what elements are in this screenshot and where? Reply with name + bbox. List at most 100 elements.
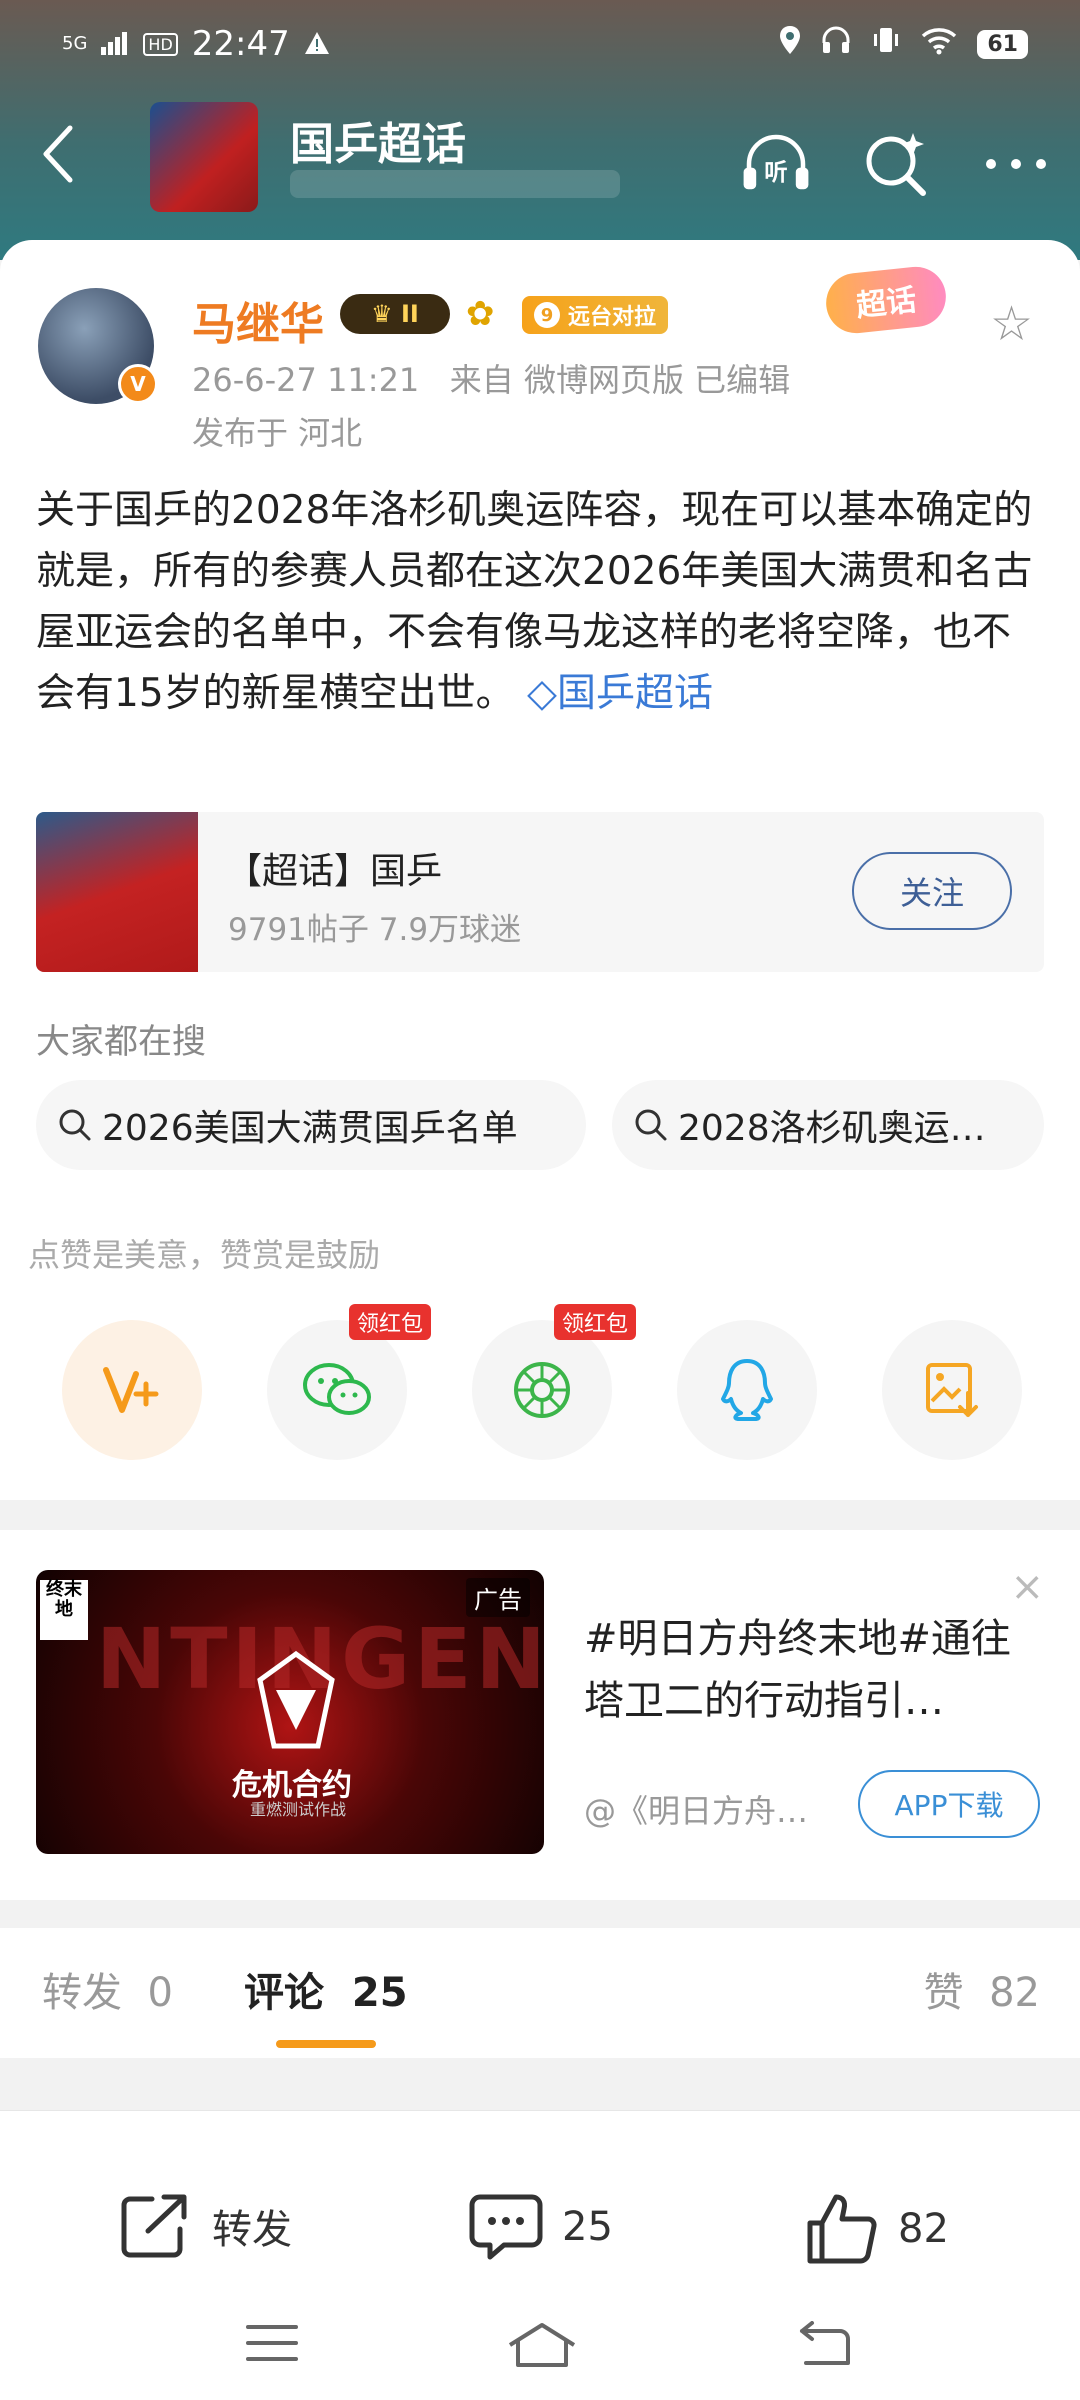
hongbao-badge: 领红包 <box>348 1304 431 1340</box>
wechat-icon <box>303 1363 371 1415</box>
back-button[interactable] <box>38 122 78 201</box>
comment-button[interactable]: 25 <box>468 2191 613 2263</box>
search-icon <box>59 1109 91 1141</box>
back-nav-icon[interactable] <box>796 2321 856 2371</box>
reward-hint: 点赞是美意，赞赏是鼓励 <box>28 1236 381 1274</box>
follow-button[interactable]: 关注 <box>852 852 1012 930</box>
ad-title[interactable]: #明日方舟终末地#通往塔卫二的行动指引… <box>584 1608 1024 1732</box>
comment-icon <box>469 2194 543 2260</box>
save-image-button[interactable] <box>882 1320 1022 1460</box>
vplus-reward-button[interactable] <box>62 1320 202 1460</box>
moments-share-button[interactable]: 领红包 <box>472 1304 636 1460</box>
ad-source: @《明日方舟… <box>584 1792 809 1830</box>
signal-indicator: 5G <box>62 33 88 54</box>
app-download-button[interactable]: APP下载 <box>858 1770 1040 1838</box>
tab-comment-count: 25 <box>351 1970 408 2016</box>
wifi-icon <box>921 24 957 64</box>
ad-game-subtitle: 重燃测试作战 <box>250 1800 347 1819</box>
thumbs-up-icon <box>807 2194 877 2264</box>
level-badge-text: II <box>401 300 419 328</box>
home-icon[interactable] <box>506 2321 578 2371</box>
sunflower-icon: ✿ <box>466 294 495 334</box>
tab-comment-label: 评论 <box>244 1970 324 2016</box>
fan-badge-number: 9 <box>534 302 560 328</box>
tab-repost-count: 0 <box>147 1970 173 2016</box>
fan-badge-label: 远台对拉 <box>568 305 657 330</box>
listen-icon-label: 听 <box>764 158 787 186</box>
bottom-action-bar: 转发 25 82 <box>0 2110 1080 2400</box>
comment-placeholder <box>36 2088 1044 2108</box>
headphone-icon <box>821 24 851 64</box>
hd-badge: HD <box>143 32 178 56</box>
ad-close-button[interactable]: × <box>1010 1564 1044 1610</box>
album-download-icon <box>926 1363 978 1417</box>
battery-level: 61 <box>977 29 1028 59</box>
menu-icon[interactable] <box>244 2321 304 2371</box>
signal-bars-icon <box>101 24 129 64</box>
crown-icon: ♛ <box>371 300 401 328</box>
contingency-emblem-icon <box>257 1650 335 1749</box>
diamond-icon: ◇ <box>527 671 558 716</box>
chaohua-card-stats: 9791帖子 7.9万球迷 <box>228 912 522 948</box>
like-count: 82 <box>898 2206 949 2252</box>
top-nav: 国乒超话 听 <box>0 100 1080 212</box>
system-nav-bar <box>0 2321 1080 2381</box>
chaohua-card-image <box>36 812 198 972</box>
search-button[interactable] <box>860 128 932 200</box>
post-time: 26-6-27 11:21 <box>192 361 420 399</box>
comment-count: 25 <box>562 2204 613 2250</box>
vibrate-icon <box>871 24 901 64</box>
repost-label: 转发 <box>212 2207 292 2253</box>
tab-like-label: 赞 <box>923 1970 964 2016</box>
tab-like[interactable]: 赞 82 <box>924 1960 1040 2018</box>
author-name[interactable]: 马继华 <box>192 288 324 352</box>
chaohua-card[interactable]: 【超话】国乒 9791帖子 7.9万球迷 关注 <box>36 812 1044 972</box>
search-pill[interactable]: 2028洛杉矶奥运… <box>612 1080 1044 1170</box>
verified-badge: V <box>118 364 158 404</box>
tab-repost-label: 转发 <box>42 1970 122 2016</box>
search-pill-text: 2028洛杉矶奥运… <box>678 1108 986 1149</box>
share-icon <box>121 2194 187 2258</box>
hongbao-badge: 领红包 <box>553 1304 636 1340</box>
post-card: V 马继华 ♛ II ✿ 9 远台对拉 超话 ☆ 26-6-27 11:21 来… <box>0 240 1080 1500</box>
post-location: 发布于 河北 <box>192 414 363 452</box>
vplus-icon <box>103 1367 159 1413</box>
topic-link[interactable]: ◇国乒超话 <box>527 671 713 716</box>
ad-card[interactable]: 终末地 NTINGENCY 危机合约 重燃测试作战 广告 × #明日方舟终末地#… <box>0 1530 1080 1900</box>
trending-search-label: 大家都在搜 <box>36 1022 206 1062</box>
page-title: 国乒超话 <box>290 119 466 170</box>
ad-game-logo: 终末地 <box>40 1580 88 1640</box>
level-badge[interactable]: ♛ II <box>340 294 450 334</box>
status-bar: 5G HD 22:47 61 <box>0 18 1080 68</box>
chaohua-tag[interactable]: 超话 <box>823 263 949 337</box>
fan-badge[interactable]: 9 远台对拉 <box>522 296 669 334</box>
search-sparkle-icon <box>866 133 926 196</box>
post-source: 来自 微博网页版 已编辑 <box>449 361 791 399</box>
chaohua-card-title: 【超话】国乒 <box>226 851 443 892</box>
wechat-share-button[interactable]: 领红包 <box>267 1304 431 1460</box>
tab-comment[interactable]: 评论 25 <box>244 1960 408 2018</box>
moments-icon <box>514 1362 570 1418</box>
search-pill[interactable]: 2026美国大满贯国乒名单 <box>36 1080 586 1170</box>
search-pill-text: 2026美国大满贯国乒名单 <box>102 1108 518 1149</box>
topic-link-label: 国乒超话 <box>557 671 714 716</box>
qq-share-button[interactable] <box>677 1320 817 1460</box>
share-row: 领红包 领红包 <box>62 1304 1022 1460</box>
search-icon <box>635 1109 667 1141</box>
warning-icon <box>304 24 330 64</box>
tab-repost[interactable]: 转发 0 <box>42 1960 173 2018</box>
star-icon[interactable]: ☆ <box>990 296 1033 352</box>
tab-active-indicator <box>276 2040 376 2048</box>
tab-like-count: 82 <box>989 1970 1040 2016</box>
chaohua-thumbnail[interactable] <box>150 102 258 212</box>
ad-image[interactable]: 终末地 NTINGENCY 危机合约 重燃测试作战 广告 <box>36 1570 544 1854</box>
more-button[interactable] <box>980 128 1052 200</box>
interaction-tabs: 转发 0 评论 25 赞 82 <box>0 1928 1080 2058</box>
page-subtitle-placeholder <box>290 170 620 198</box>
like-button[interactable]: 82 <box>804 2191 949 2267</box>
listen-button[interactable]: 听 <box>740 128 812 200</box>
more-dots-icon <box>986 159 1046 169</box>
repost-button[interactable]: 转发 <box>118 2191 292 2261</box>
status-time: 22:47 <box>191 24 290 64</box>
location-icon <box>779 24 801 64</box>
